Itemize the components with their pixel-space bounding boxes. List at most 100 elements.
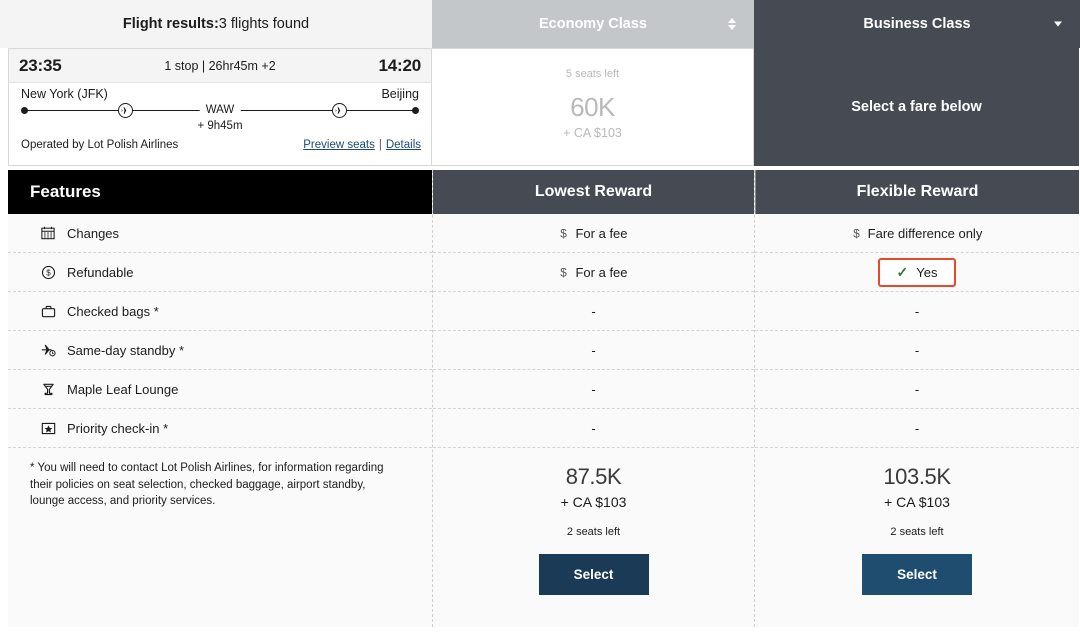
tab-economy-class[interactable]: Economy Class [432, 0, 754, 48]
updown-caret-icon [728, 18, 736, 30]
layover-airport-code: WAW [199, 104, 241, 116]
arrival-time: 14:20 [378, 55, 422, 75]
svg-text:$: $ [46, 268, 51, 277]
business-fare-prompt-label: Select a fare below [851, 99, 982, 115]
features-footnote: * You will need to contact Lot Polish Ai… [8, 448, 432, 627]
lounge-icon [38, 379, 58, 399]
flexible-reward-column: Flexible Reward $ Fare difference only ✓… [754, 170, 1079, 627]
flight-times-bar: 23:35 1 stop | 26hr45m +2 14:20 [9, 49, 431, 83]
dollar-circle-icon: $ [38, 262, 58, 282]
cell-changes-flexible: $ Fare difference only [755, 214, 1079, 253]
select-lowest-reward-button[interactable]: Select [538, 554, 649, 595]
business-fare-prompt: Select a fare below [754, 48, 1079, 166]
cell-value: - [914, 303, 920, 319]
calendar-icon [38, 223, 58, 243]
cell-value: - [591, 381, 596, 397]
plane-icon [118, 103, 133, 118]
tab-economy-class-label: Economy Class [539, 16, 647, 32]
link-separator: | [378, 139, 382, 151]
cell-standby-flexible: - [755, 331, 1079, 370]
cell-lounge-lowest: - [433, 370, 754, 409]
feature-row-refundable: $ Refundable [8, 253, 432, 292]
cell-value: - [591, 303, 596, 319]
preview-seats-link[interactable]: Preview seats [303, 139, 375, 151]
dollar-icon: $ [559, 265, 568, 280]
lowest-reward-tax: + CA $103 [560, 494, 627, 510]
flexible-reward-price: 103.5K [883, 464, 951, 489]
cell-value: For a fee [575, 225, 628, 241]
flexible-reward-footer: 103.5K + CA $103 2 seats left Select [755, 448, 1079, 627]
feature-row-checked-bags: Checked bags * [8, 292, 432, 331]
cell-checked-bags-lowest: - [433, 292, 754, 331]
plane-icon [332, 103, 347, 118]
feature-label: Same-day standby * [67, 342, 185, 358]
top-bar: Flight results: 3 flights found Economy … [0, 0, 1080, 48]
destination-dot [412, 107, 419, 114]
destination-airport: Beijing [381, 87, 419, 101]
svg-text:$: $ [561, 266, 568, 279]
lowest-reward-footer: 87.5K + CA $103 2 seats left Select [433, 448, 754, 627]
cell-refundable-lowest: $ For a fee [433, 253, 754, 292]
details-link[interactable]: Details [386, 139, 421, 151]
route-diagram: New York (JFK) Beijing WAW + 9h45m [9, 83, 431, 137]
feature-label: Checked bags * [67, 303, 159, 319]
feature-label: Changes [67, 225, 120, 241]
select-flexible-reward-button[interactable]: Select [862, 554, 972, 595]
flight-results-label: Flight results: [122, 16, 219, 32]
flight-fare-strip: 23:35 1 stop | 26hr45m +2 14:20 New York… [0, 48, 1080, 170]
features-column: Features Changes $ Refundable Checked ba… [8, 170, 432, 627]
flight-itinerary-card: 23:35 1 stop | 26hr45m +2 14:20 New York… [8, 48, 432, 166]
cell-value: - [591, 420, 596, 436]
stops-duration-summary: 1 stop | 26hr45m +2 [164, 58, 276, 73]
origin-airport: New York (JFK) [21, 87, 108, 101]
dollar-icon: $ [559, 226, 568, 241]
standby-plane-icon [38, 340, 58, 360]
cell-value: Fare difference only [867, 225, 983, 241]
feature-row-changes: Changes [8, 214, 432, 253]
operated-by-label: Operated by Lot Polish Airlines [21, 139, 179, 151]
economy-fare-panel[interactable]: 5 seats left 60K + CA $103 [432, 48, 754, 166]
cell-priority-flexible: - [755, 409, 1079, 448]
dollar-icon: $ [852, 226, 861, 241]
feature-row-priority-checkin: Priority check-in * [8, 409, 432, 448]
cell-lounge-flexible: - [755, 370, 1079, 409]
economy-tax: + CA $103 [563, 126, 622, 140]
cell-value: - [914, 342, 920, 358]
feature-label: Priority check-in * [67, 420, 169, 436]
cell-priority-lowest: - [433, 409, 754, 448]
fare-features-table: Features Changes $ Refundable Checked ba… [0, 170, 1080, 627]
cell-changes-lowest: $ For a fee [433, 214, 754, 253]
lowest-reward-seats-left: 2 seats left [566, 526, 621, 538]
flight-results-summary: Flight results: 3 flights found [0, 0, 432, 48]
svg-text:$: $ [853, 227, 860, 240]
star-box-icon [38, 418, 58, 438]
flexible-reward-tax: + CA $103 [884, 494, 950, 510]
lowest-reward-header: Lowest Reward [433, 170, 754, 214]
briefcase-icon [38, 301, 58, 321]
flexible-reward-seats-left: 2 seats left [890, 526, 944, 538]
departure-time: 23:35 [19, 55, 62, 75]
cell-value: - [914, 381, 920, 397]
cell-value: For a fee [575, 264, 628, 280]
chevron-down-icon [1054, 21, 1062, 27]
layover-duration: + 9h45m [197, 120, 243, 132]
features-column-header: Features [8, 170, 432, 214]
check-icon: ✓ [896, 264, 909, 280]
cell-standby-lowest: - [433, 331, 754, 370]
cell-value: - [591, 342, 596, 358]
cell-value: Yes [916, 264, 938, 280]
feature-label: Refundable [67, 264, 134, 280]
feature-label: Maple Leaf Lounge [67, 381, 179, 397]
feature-row-same-day-standby: Same-day standby * [8, 331, 432, 370]
tab-business-class[interactable]: Business Class [754, 0, 1080, 48]
flight-fare-comparison-page: Flight results: 3 flights found Economy … [0, 0, 1080, 644]
origin-dot [21, 107, 28, 114]
tab-business-class-label: Business Class [863, 16, 971, 32]
lowest-reward-column: Lowest Reward $ For a fee $ For a fee - … [432, 170, 754, 627]
refundable-flexible-highlight[interactable]: ✓ Yes [877, 257, 957, 287]
cell-value: - [914, 420, 920, 436]
svg-text:$: $ [561, 227, 568, 240]
cell-refundable-flexible: ✓ Yes [755, 253, 1079, 292]
economy-seats-left: 5 seats left [565, 68, 620, 80]
flexible-reward-header: Flexible Reward [755, 170, 1079, 214]
